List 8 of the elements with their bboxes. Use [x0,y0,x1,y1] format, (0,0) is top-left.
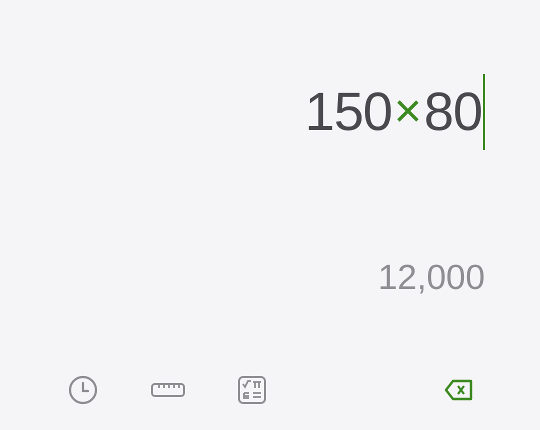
ruler-icon[interactable] [151,381,185,399]
operator-symbol: × [394,88,422,136]
history-icon[interactable] [68,375,98,405]
operand-number: 150 [304,85,392,139]
operand-number: 80 [424,85,482,139]
result-value: 12,000 [378,260,485,295]
scientific-functions-icon[interactable] [238,376,266,404]
backspace-icon[interactable] [444,379,474,401]
